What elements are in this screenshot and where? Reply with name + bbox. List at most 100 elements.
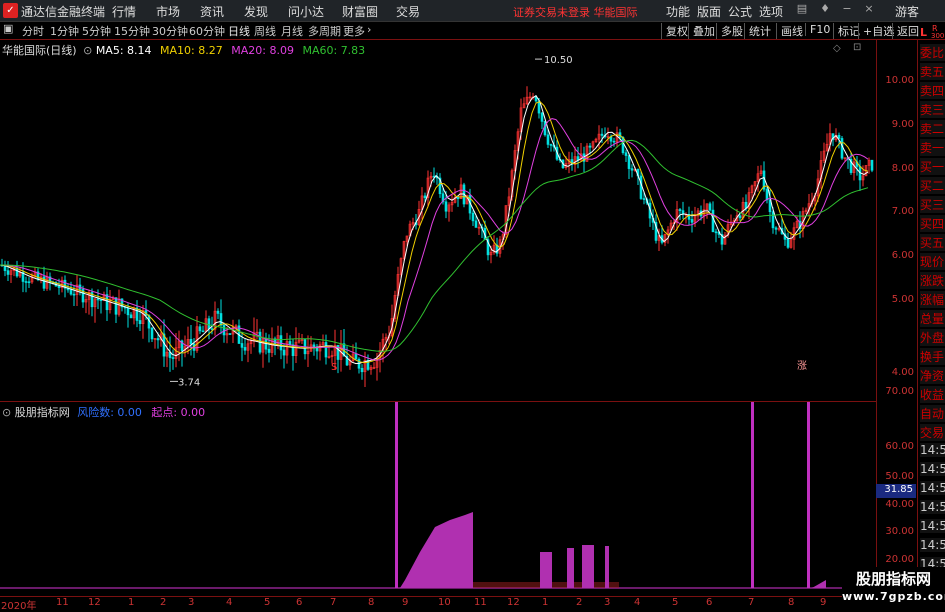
sidebar-item[interactable]: 自动	[920, 405, 945, 422]
sidebar-item[interactable]: 涨跌	[920, 272, 945, 289]
tab-monthly[interactable]: 月线	[281, 23, 303, 39]
menu-wealth[interactable]: 财富圈	[342, 3, 378, 20]
current-value-badge: 31.85	[876, 484, 916, 498]
mark-button[interactable]: 标记	[833, 23, 860, 39]
sidebar-item[interactable]: 卖五	[920, 63, 945, 80]
draw-line-button[interactable]: 画线	[776, 23, 803, 39]
sidebar-item[interactable]: 14:56	[920, 462, 945, 476]
menu-discover[interactable]: 发现	[244, 3, 268, 20]
chevron-right-icon[interactable]: ›	[367, 23, 371, 36]
ma20-line	[0, 118, 869, 361]
sidebar-item[interactable]: 14:56	[920, 500, 945, 514]
tab-1min[interactable]: 1分钟	[50, 23, 79, 39]
sidebar-item[interactable]: 买四	[920, 215, 945, 232]
overlay-button[interactable]: 叠加	[688, 23, 715, 39]
sidebar-item[interactable]: 卖三	[920, 101, 945, 118]
main-y-tick: 4.00	[891, 367, 914, 378]
add-favorite-button[interactable]: +自选	[858, 23, 894, 39]
lock-icon[interactable]: ▤	[796, 3, 808, 15]
sidebar-item[interactable]: 外盘	[920, 329, 945, 346]
minimize-icon[interactable]: −	[841, 3, 853, 15]
menu-layout[interactable]: 版面	[697, 3, 721, 20]
ma10-line	[0, 101, 869, 364]
candle-body	[171, 357, 175, 359]
multi-stock-button[interactable]: 多股	[716, 23, 743, 39]
sidebar-item[interactable]: 买五	[920, 234, 945, 251]
f10-button[interactable]: F10	[805, 23, 830, 36]
menu-options[interactable]: 选项	[759, 3, 783, 20]
x-tick: 8	[368, 597, 375, 608]
candle-body	[774, 227, 778, 230]
candle-body	[765, 188, 769, 201]
tab-30min[interactable]: 30分钟	[152, 23, 188, 39]
corner-l-label[interactable]: L	[920, 26, 927, 39]
sidebar-item[interactable]: 涨幅	[920, 291, 945, 308]
lock-toggle-icon[interactable]: ▣	[3, 22, 13, 35]
candle-body	[543, 121, 547, 136]
menu-news[interactable]: 资讯	[200, 3, 224, 20]
user-label[interactable]: 游客	[895, 3, 919, 20]
candle-body	[315, 347, 319, 352]
tab-15min[interactable]: 15分钟	[114, 23, 150, 39]
candle-body	[24, 281, 28, 283]
candle-body	[678, 209, 682, 211]
tab-more[interactable]: 更多	[343, 23, 365, 39]
sidebar-item[interactable]: 收益	[920, 386, 945, 403]
tab-timeshare[interactable]: 分时	[22, 23, 44, 39]
menu-market[interactable]: 市场	[156, 3, 180, 20]
statistics-button[interactable]: 统计	[744, 23, 771, 39]
sidebar-item[interactable]: 卖一	[920, 139, 945, 156]
x-tick: 11	[56, 597, 69, 608]
candle-body	[642, 198, 646, 200]
candle-body	[771, 211, 775, 229]
sidebar-item[interactable]: 委比	[920, 44, 945, 61]
menu-trade[interactable]: 交易	[396, 3, 420, 20]
sidebar-item[interactable]: 净资	[920, 367, 945, 384]
spike-bar	[807, 402, 810, 588]
menu-bar: ✓ 通达信金融终端 行情 市场 资讯 发现 问小达 财富圈 交易 证券交易未登录…	[0, 0, 945, 22]
sidebar-item[interactable]: 总量	[920, 310, 945, 327]
x-tick: 2020年	[1, 601, 37, 612]
candle-body	[156, 338, 160, 341]
tab-60min[interactable]: 60分钟	[189, 23, 225, 39]
menu-formula[interactable]: 公式	[728, 3, 752, 20]
candle-body	[228, 333, 232, 335]
tab-5min[interactable]: 5分钟	[82, 23, 111, 39]
bell-icon[interactable]: ♦	[819, 3, 831, 15]
sidebar-item[interactable]: 买二	[920, 177, 945, 194]
menu-functions[interactable]: 功能	[666, 3, 690, 20]
indicator-chart[interactable]	[0, 402, 876, 596]
sidebar-item[interactable]: 买一	[920, 158, 945, 175]
x-tick: 6	[296, 597, 303, 608]
x-tick: 5	[672, 597, 679, 608]
restore-rights-button[interactable]: 复权	[661, 23, 688, 39]
x-tick: 3	[604, 597, 611, 608]
close-icon[interactable]: ×	[863, 3, 875, 15]
sidebar-item[interactable]: 14:56	[920, 443, 945, 457]
sidebar-item[interactable]: 卖二	[920, 120, 945, 137]
sidebar-item[interactable]: 现价	[920, 253, 945, 270]
sub-y-tick: 50.00	[885, 471, 914, 482]
sidebar-item[interactable]: 14:56	[920, 481, 945, 495]
sidebar-item[interactable]: 卖四	[920, 82, 945, 99]
tab-daily[interactable]: 日线	[228, 23, 250, 39]
main-y-tick: 6.00	[891, 250, 914, 261]
tab-multi-period[interactable]: 多周期	[308, 23, 341, 39]
sidebar-item[interactable]: 买三	[920, 196, 945, 213]
main-y-tick: 10.00	[885, 75, 914, 86]
sidebar-item[interactable]: 交易	[920, 424, 945, 441]
sidebar-item[interactable]: 换手	[920, 348, 945, 365]
candlestick-chart[interactable]: 10.50 3.74 S 涨	[0, 40, 876, 402]
login-status[interactable]: 证券交易未登录 华能国际	[513, 4, 638, 20]
back-button[interactable]: 返回	[892, 23, 919, 39]
candle-body	[360, 367, 364, 373]
zhang-marker: 涨	[797, 360, 807, 372]
sidebar-item[interactable]: 14:56	[920, 538, 945, 552]
sidebar-item[interactable]: 14:56	[920, 519, 945, 533]
candle-body	[105, 294, 109, 311]
candle-body	[57, 285, 61, 288]
menu-ask[interactable]: 问小达	[288, 3, 324, 20]
tab-weekly[interactable]: 周线	[254, 23, 276, 39]
menu-quotes[interactable]: 行情	[112, 3, 136, 20]
candle-body	[324, 342, 328, 358]
